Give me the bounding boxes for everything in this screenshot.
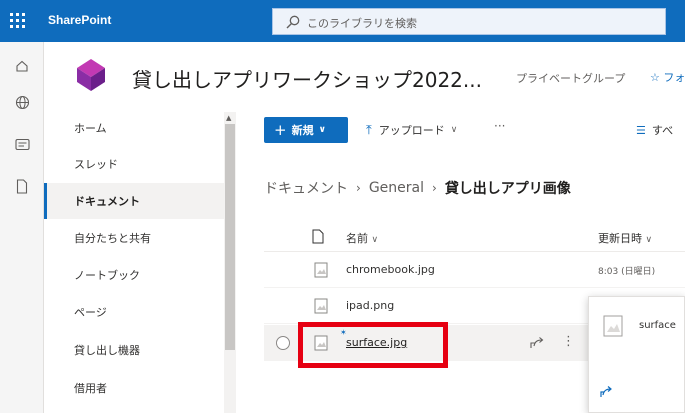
breadcrumb-item-general[interactable]: General [369,180,424,196]
search-box[interactable]: このライブラリを検索 [272,8,666,35]
site-title[interactable]: 貸し出しアプリワークショップ2022... [132,64,482,93]
more-commands-button[interactable]: ··· [494,119,505,133]
list-header: 名前 ∨ 更新日時 ∨ [264,222,685,252]
nav-item-shared-with-us[interactable]: 自分たちと共有 [44,220,224,256]
image-thumbnail-icon [603,315,623,337]
new-button[interactable]: + 新規 ∨ [264,117,348,143]
file-modified: 8:03 (日曜日) [598,267,656,277]
share-icon[interactable] [599,385,613,399]
table-row[interactable]: chromebook.jpg 8:03 (日曜日) [264,252,685,288]
globe-icon[interactable] [10,90,34,114]
app-rail [0,42,44,413]
nav-item-home[interactable]: ホーム [44,110,224,146]
file-type-icon[interactable] [312,229,324,244]
search-input[interactable]: このライブラリを検索 [307,15,417,31]
upload-button[interactable]: ⤒ アップロード ∨ [366,117,457,143]
column-header-name[interactable]: 名前 ∨ [346,230,378,246]
nav-item-notebook[interactable]: ノートブック [44,257,224,293]
hover-card-file-name[interactable]: surface [639,320,676,331]
breadcrumb-item-documents[interactable]: ドキュメント [264,178,348,198]
suite-header: SharePoint このライブラリを検索 [0,0,685,42]
nav-scrollbar[interactable]: ▲ [224,112,236,413]
follow-button[interactable]: ☆ フォ [650,69,685,85]
highlight-box [298,322,448,368]
upload-button-label: アップロード [378,124,445,137]
nav-item-lending-devices[interactable]: 貸し出し機器 [44,332,224,368]
breadcrumb: ドキュメント › General › 貸し出しアプリ画像 [264,178,571,198]
nav-item-pages[interactable]: ページ [44,294,224,330]
image-file-icon [314,262,328,278]
chevron-down-icon: ∨ [645,235,653,245]
breadcrumb-current-folder: 貸し出しアプリ画像 [444,181,571,197]
upload-icon: ⤒ [366,122,372,138]
view-options-button[interactable]: ☰ すべ [636,117,673,143]
scroll-up-icon[interactable]: ▲ [226,114,231,122]
search-icon [286,15,300,29]
group-type-label: プライベートグループ [516,72,626,85]
view-lines-icon: ☰ [636,123,646,137]
view-options-label: すべ [651,124,674,137]
file-hover-card: surface [588,296,685,413]
chevron-down-icon: ∨ [371,235,379,245]
file-icon[interactable] [10,174,34,198]
chevron-right-icon: › [356,181,361,195]
chevron-down-icon: ∨ [318,125,326,135]
file-name[interactable]: chromebook.jpg [346,263,435,276]
chevron-right-icon: › [432,181,437,195]
share-icon[interactable] [529,335,545,351]
chevron-down-icon: ∨ [450,125,458,135]
more-actions-icon[interactable]: ⋮ [562,334,575,349]
nav-item-threads[interactable]: スレッド [44,146,224,182]
file-name[interactable]: ipad.png [346,299,394,312]
app-launcher-icon[interactable] [10,13,26,29]
new-button-label: 新規 [291,124,314,137]
row-select-radio[interactable] [276,336,290,350]
nav-item-documents[interactable]: ドキュメント [44,183,224,219]
app-name[interactable]: SharePoint [48,13,111,27]
nav-item-borrowers[interactable]: 借用者 [44,370,224,406]
image-file-icon [314,298,328,314]
column-header-modified[interactable]: 更新日時 ∨ [598,230,652,246]
left-navigation: ホーム スレッド ドキュメント 自分たちと共有 ノートブック ページ 貸し出し機… [44,110,236,413]
news-icon[interactable] [10,132,34,156]
home-icon[interactable] [10,54,34,78]
site-logo-icon[interactable] [72,56,110,94]
scrollbar-thumb[interactable] [225,124,235,350]
plus-icon: + [274,121,287,139]
